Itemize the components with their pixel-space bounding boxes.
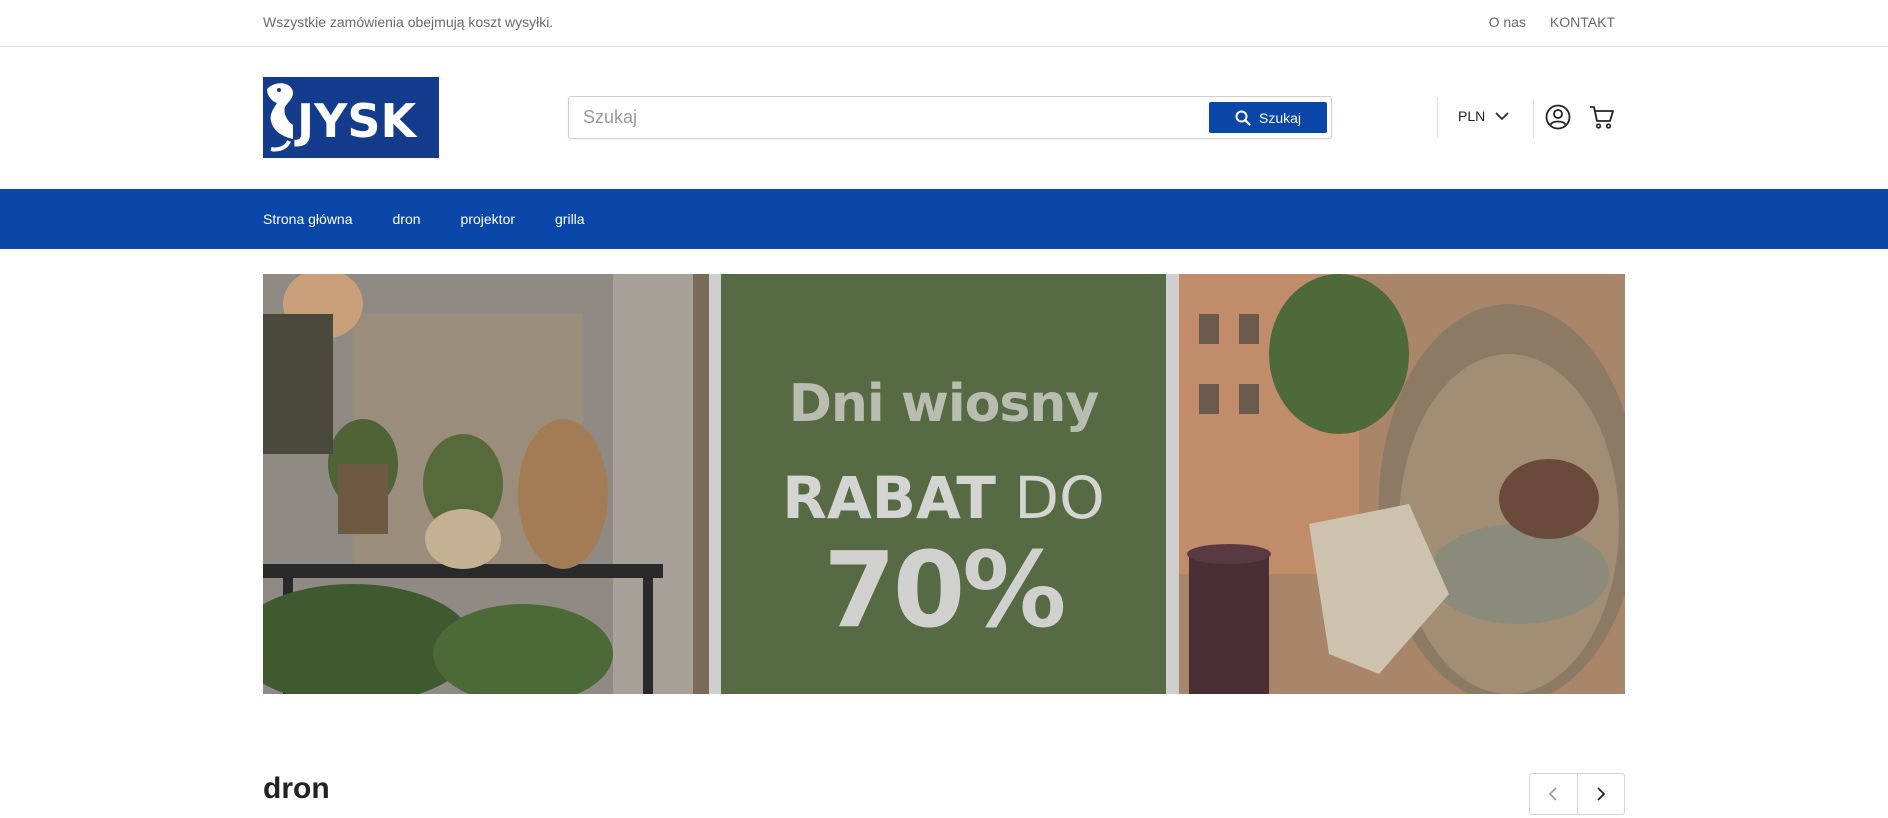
section-title: dron: [263, 772, 330, 805]
carousel-prev-button[interactable]: [1530, 774, 1578, 814]
balcony-chair-photo-image: [1179, 274, 1625, 694]
nav-item-home[interactable]: Strona główna: [263, 211, 353, 227]
about-link[interactable]: O nas: [1489, 14, 1526, 30]
jysk-bird-logo-icon: JYSK: [267, 83, 419, 152]
promo-discount-line: RABAT DO: [721, 464, 1166, 532]
user-icon: [1545, 104, 1571, 130]
promo-discount-thin: DO: [1014, 464, 1105, 532]
header-divider-2: [1533, 98, 1534, 138]
svg-text:JYSK: JYSK: [294, 94, 419, 148]
plants-photo-image: [263, 274, 709, 694]
promo-discount-bold: RABAT: [782, 464, 996, 532]
shipping-info-text: Wszystkie zamówienia obejmują koszt wysy…: [263, 14, 554, 30]
cart-icon: [1590, 106, 1614, 129]
cart-button[interactable]: [1589, 104, 1615, 135]
jysk-logo[interactable]: JYSK: [263, 77, 439, 158]
chevron-right-icon: [1597, 787, 1606, 801]
account-button[interactable]: [1545, 104, 1571, 135]
promo-percent: 70%: [823, 529, 1067, 651]
carousel-controls: [1529, 773, 1625, 815]
banner-promo-panel: Dni wiosny RABAT DO 70%: [721, 274, 1166, 694]
header-divider: [1437, 97, 1438, 137]
search-button-label: Szukaj: [1258, 109, 1302, 126]
currency-label: PLN: [1458, 108, 1486, 124]
promo-title: Dni wiosny: [788, 374, 1100, 434]
banner-photo-left: [263, 274, 709, 694]
chevron-down-icon: [1495, 111, 1509, 120]
contact-link[interactable]: KONTAKT: [1550, 14, 1615, 30]
nav-item-projektor[interactable]: projektor: [461, 211, 515, 227]
search-icon: [1235, 110, 1251, 126]
top-info-bar: Wszystkie zamówienia obejmują koszt wysy…: [0, 0, 1888, 47]
chevron-left-icon: [1549, 787, 1557, 801]
promo-banner[interactable]: Dni wiosny RABAT DO 70%: [263, 274, 1625, 694]
nav-item-dron[interactable]: dron: [393, 211, 421, 227]
carousel-next-button[interactable]: [1578, 774, 1625, 814]
search-button[interactable]: Szukaj: [1209, 102, 1327, 133]
banner-photo-right: [1179, 274, 1625, 694]
main-navigation: Strona główna dron projektor grilla: [0, 189, 1888, 249]
top-links: O nas KONTAKT: [1489, 14, 1615, 30]
search-box: Szukaj: [568, 96, 1332, 139]
nav-item-grilla[interactable]: grilla: [555, 211, 585, 227]
currency-selector[interactable]: PLN: [1458, 108, 1509, 124]
search-input[interactable]: [569, 97, 1209, 138]
